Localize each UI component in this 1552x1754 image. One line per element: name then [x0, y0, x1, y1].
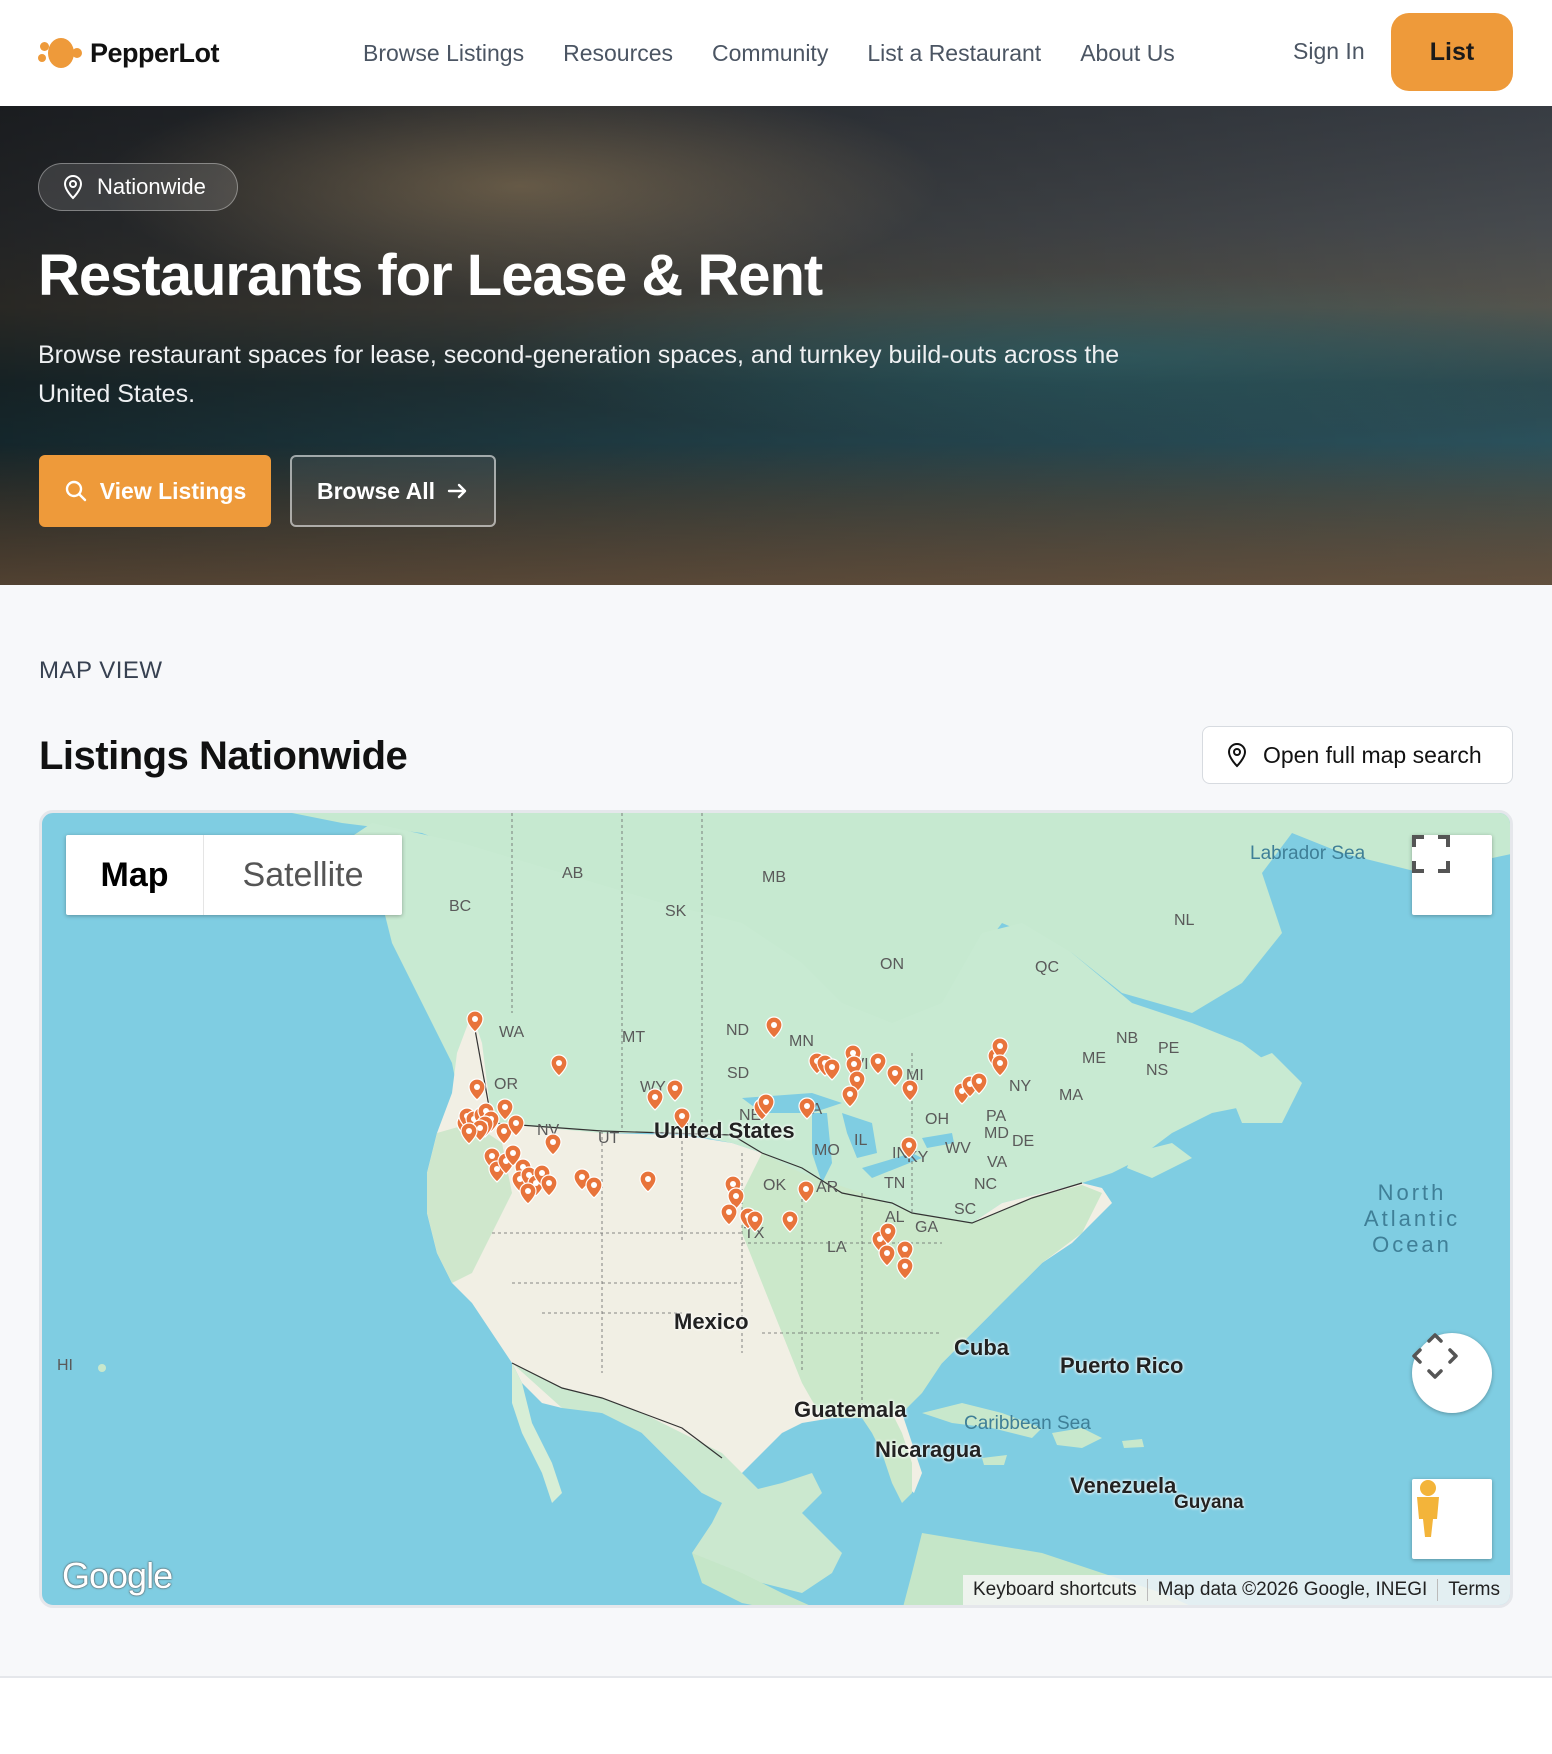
nav-about-us[interactable]: About Us	[1080, 40, 1175, 67]
nav-resources[interactable]: Resources	[563, 40, 673, 67]
listing-marker[interactable]	[841, 1085, 859, 1108]
listing-marker[interactable]	[878, 1244, 896, 1267]
section-title: Listings Nationwide	[39, 734, 408, 778]
listings-map[interactable]: AB BC SK MB ON QC NL NB PE NS WA OR MT N…	[39, 810, 1513, 1608]
footer	[0, 1678, 1552, 1754]
listing-marker[interactable]	[540, 1174, 558, 1197]
listing-marker[interactable]	[991, 1054, 1009, 1077]
move-arrows-icon	[1412, 1333, 1458, 1379]
map-pin-icon	[63, 174, 83, 200]
arrow-right-icon	[447, 483, 467, 499]
map-type-satellite-button[interactable]: Satellite	[204, 835, 402, 915]
browse-all-label: Browse All	[316, 477, 435, 504]
map-pin-icon	[1227, 742, 1247, 768]
listing-marker[interactable]	[886, 1064, 904, 1087]
map-data-attribution: Map data ©2026 Google, INEGI	[1146, 1579, 1438, 1601]
pegman-icon	[1417, 1480, 1439, 1537]
listing-marker[interactable]	[519, 1182, 537, 1205]
hero-description: Browse restaurant spaces for lease, seco…	[38, 341, 1120, 408]
keyboard-shortcuts-link[interactable]: Keyboard shortcuts	[963, 1579, 1147, 1601]
open-full-map-button[interactable]: Open full map search	[1202, 726, 1513, 784]
badge-label: Nationwide	[97, 174, 206, 199]
listing-marker[interactable]	[468, 1078, 486, 1101]
fullscreen-icon	[1412, 835, 1450, 873]
listing-marker[interactable]	[896, 1257, 914, 1280]
listing-marker[interactable]	[460, 1122, 478, 1145]
listing-marker[interactable]	[550, 1054, 568, 1077]
map-type-map-button[interactable]: Map	[66, 835, 204, 915]
listing-marker[interactable]	[466, 1010, 484, 1033]
brand-name: PepperLot	[90, 37, 220, 68]
view-listings-button[interactable]: View Listings	[39, 455, 271, 527]
search-icon	[65, 480, 86, 502]
location-badge: Nationwide	[38, 163, 238, 211]
sign-in-link[interactable]: Sign In	[1293, 38, 1365, 65]
listing-marker[interactable]	[798, 1097, 816, 1120]
hero-title: Restaurants for Lease & Rent	[38, 243, 823, 308]
listing-marker[interactable]	[765, 1016, 783, 1039]
map-type-control: Map Satellite	[66, 835, 402, 915]
listing-marker[interactable]	[900, 1136, 918, 1159]
listing-markers	[456, 1010, 1009, 1280]
brand-logo[interactable]: PepperLot	[38, 34, 220, 72]
nav-community[interactable]: Community	[712, 40, 828, 67]
listing-marker[interactable]	[901, 1079, 919, 1102]
top-navbar: PepperLot Browse Listings Resources Comm…	[0, 0, 1552, 106]
listing-marker[interactable]	[781, 1210, 799, 1233]
section-eyebrow: MAP VIEW	[39, 657, 163, 684]
camera-control-button[interactable]	[1412, 1333, 1492, 1413]
listing-marker[interactable]	[646, 1088, 664, 1111]
street-view-pegman-button[interactable]	[1412, 1479, 1492, 1559]
listing-marker[interactable]	[673, 1107, 691, 1130]
hero-section: Nationwide Restaurants for Lease & Rent …	[0, 106, 1552, 585]
nav-list-a-restaurant[interactable]: List a Restaurant	[867, 40, 1041, 67]
google-logo: Google	[62, 1555, 173, 1596]
listing-marker[interactable]	[585, 1176, 603, 1199]
list-button[interactable]: List	[1391, 13, 1513, 91]
listing-marker[interactable]	[746, 1210, 764, 1233]
listing-marker[interactable]	[544, 1133, 562, 1156]
listing-marker[interactable]	[823, 1058, 841, 1081]
listing-marker[interactable]	[797, 1180, 815, 1203]
listing-marker[interactable]	[666, 1079, 684, 1102]
logo-icon	[38, 34, 82, 72]
main-nav: Browse Listings Resources Community List…	[363, 0, 1175, 106]
terms-link[interactable]: Terms	[1437, 1579, 1510, 1601]
nav-browse-listings[interactable]: Browse Listings	[363, 40, 524, 67]
listing-marker[interactable]	[720, 1203, 738, 1226]
browse-all-button[interactable]: Browse All	[290, 455, 496, 527]
listing-marker[interactable]	[639, 1170, 657, 1193]
listing-marker[interactable]	[869, 1052, 887, 1075]
fullscreen-button[interactable]	[1412, 835, 1492, 915]
view-listings-label: View Listings	[99, 477, 247, 504]
open-full-map-label: Open full map search	[1263, 741, 1482, 768]
map-attribution: Keyboard shortcuts Map data ©2026 Google…	[962, 1575, 1510, 1605]
